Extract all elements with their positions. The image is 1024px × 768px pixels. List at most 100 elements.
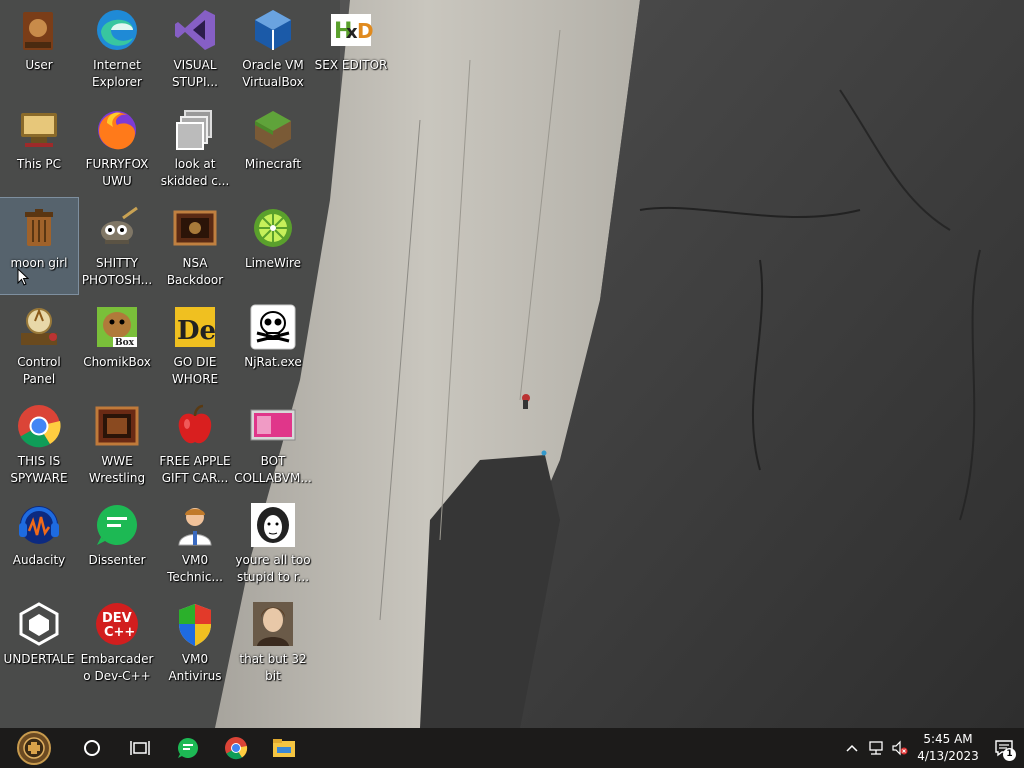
task-view-button[interactable] [116, 728, 164, 768]
wwe-icon [93, 402, 141, 450]
portrait-icon [249, 501, 297, 549]
desktop-icon-label: Minecraft [244, 157, 302, 171]
desktop-icon-limewire[interactable]: LimeWire [234, 198, 312, 294]
desktop-icon-label: WWE Wrestling [88, 454, 146, 485]
volume-button[interactable] [888, 728, 912, 768]
desktop-icon-chrome[interactable]: THIS IS SPYWARE [0, 396, 78, 492]
clock-date: 4/13/2023 [917, 749, 979, 763]
desktop-icon-virtualbox[interactable]: Oracle VM VirtualBox [234, 0, 312, 96]
desktop-icon-firefox[interactable]: FURRYFOX UWU [78, 99, 156, 195]
action-center-button[interactable]: 1 [984, 728, 1024, 768]
desktop-icon-label: FURRYFOX UWU [85, 157, 149, 188]
desktop-icon-portrait[interactable]: youre all too stupid to r... [234, 495, 312, 591]
desktop-icon-user-folder[interactable]: User [0, 0, 78, 96]
show-hidden-icons-button[interactable] [840, 728, 864, 768]
desktop-icon-label: UNDERTALE [3, 652, 75, 666]
desktop-icon-label: Dissenter [88, 553, 146, 567]
desktop-icon-shortcut[interactable]: look at skidded c... [156, 99, 234, 195]
desktop-icon-label: VM0 Technic... [167, 553, 223, 584]
svg-text:Box: Box [115, 338, 135, 348]
taskbar-chrome-button[interactable] [212, 728, 260, 768]
start-button[interactable] [0, 728, 68, 768]
desktop-icon-gimp[interactable]: SHITTY PHOTOSH... [78, 198, 156, 294]
desktop-icon-control-panel[interactable]: Control Panel [0, 297, 78, 393]
desktop-icon-label: LimeWire [244, 256, 302, 270]
task-view-icon [130, 741, 150, 755]
desktop-icon-label: User [25, 58, 53, 72]
notification-badge: 1 [1003, 748, 1016, 761]
desktop-icon-unity[interactable]: UNDERTALE [0, 594, 78, 690]
desktop-icon-apple[interactable]: FREE APPLE GIFT CAR... [156, 396, 234, 492]
desktop-icon-recycle-bin[interactable]: moon girl [0, 197, 79, 295]
desktop-icon-technician[interactable]: VM0 Technic... [156, 495, 234, 591]
desktop-icon-chomikbox[interactable]: Box ChomikBox [78, 297, 156, 393]
chrome-icon [15, 402, 63, 450]
desktop-icon-godie[interactable]: De GO DIE WHORE [156, 297, 234, 393]
taskbar-dissenter-button[interactable] [164, 728, 212, 768]
dissenter-icon [178, 738, 198, 758]
mouse-pointer-icon [17, 268, 29, 286]
desktop-icon-devcpp[interactable]: DEV C++ Embarcadero Dev-C++ [78, 594, 156, 690]
unity-icon [15, 600, 63, 648]
apple-icon [171, 402, 219, 450]
audacity-icon [15, 501, 63, 549]
desktop-icon-nsa[interactable]: NSA Backdoor [156, 198, 234, 294]
taskbar-file-explorer-button[interactable] [260, 728, 308, 768]
svg-text:D: D [357, 19, 374, 43]
desktop-icon-visual-studio[interactable]: VISUAL STUPI... [156, 0, 234, 96]
desktop-icon-label: VM0 Antivirus [168, 652, 222, 683]
desktop-icon-antivirus-shield[interactable]: VM0 Antivirus [156, 594, 234, 690]
desktop-icon-label: Control Panel [17, 355, 61, 386]
desktop-icon-collabvm[interactable]: BOT COLLABVM... [234, 396, 312, 492]
volume-muted-icon [892, 740, 908, 756]
skull-icon [249, 303, 297, 351]
desktop-icon-skull[interactable]: NjRat.exe [234, 297, 312, 393]
svg-text:De: De [177, 316, 216, 346]
desktop-icon-label: youre all too stupid to r... [235, 553, 311, 584]
desktop-icon-hxd[interactable]: Hx D SEX EDITOR [312, 0, 390, 96]
desktop-icon-dissenter[interactable]: Dissenter [78, 495, 156, 591]
dissenter-icon [93, 501, 141, 549]
desktop-icon-label: SEX EDITOR [314, 58, 388, 72]
svg-text:DEV: DEV [102, 611, 132, 626]
collabvm-icon [249, 402, 297, 450]
search-button[interactable] [68, 728, 116, 768]
desktop-icon-minecraft[interactable]: Minecraft [234, 99, 312, 195]
desktop-icon-label: FREE APPLE GIFT CAR... [159, 454, 231, 485]
edge-icon [93, 6, 141, 54]
desktop-icon-this-pc[interactable]: This PC [0, 99, 78, 195]
godie-icon: De [171, 303, 219, 351]
minecraft-icon [249, 105, 297, 153]
desktop-icon-audacity[interactable]: Audacity [0, 495, 78, 591]
user-folder-icon [15, 6, 63, 54]
virtualbox-icon [249, 6, 297, 54]
chevron-up-icon [846, 744, 858, 752]
portrait-woman-icon [249, 600, 297, 648]
desktop-icon-wwe[interactable]: WWE Wrestling [78, 396, 156, 492]
desktop-icon-edge[interactable]: Internet Explorer [78, 0, 156, 96]
desktop-icon-label: THIS IS SPYWARE [10, 454, 68, 485]
desktop-icon-label: Audacity [12, 553, 66, 567]
desktop-icon-label: GO DIE WHORE [171, 355, 219, 386]
desktop-icon-label: that but 32 bit [239, 652, 307, 683]
antivirus-shield-icon [171, 600, 219, 648]
nsa-icon [171, 204, 219, 252]
limewire-icon [249, 204, 297, 252]
clock[interactable]: 5:45 AM 4/13/2023 [912, 731, 984, 765]
desktop-icon-label: Embarcadero Dev-C++ [80, 652, 154, 683]
svg-text:C++: C++ [104, 625, 135, 640]
desktop-icon-label: VISUAL STUPI... [172, 58, 218, 89]
cortana-icon [84, 740, 100, 756]
hxd-icon: HxD [327, 6, 375, 54]
desktop-icon-label: moon girl [10, 256, 68, 270]
desktop-icon-label: BOT COLLABVM... [234, 454, 312, 485]
network-button[interactable] [864, 728, 888, 768]
desktop-icon-label: SHITTY PHOTOSH... [81, 256, 153, 287]
devcpp-icon: DEV C++ [93, 600, 141, 648]
desktop-icon-portrait-woman[interactable]: that but 32 bit [234, 594, 312, 690]
control-panel-icon [15, 303, 63, 351]
desktop-icon-label: ChomikBox [83, 355, 151, 369]
firefox-icon [93, 105, 141, 153]
start-orb-icon [17, 731, 51, 765]
chomikbox-icon: Box [93, 303, 141, 351]
